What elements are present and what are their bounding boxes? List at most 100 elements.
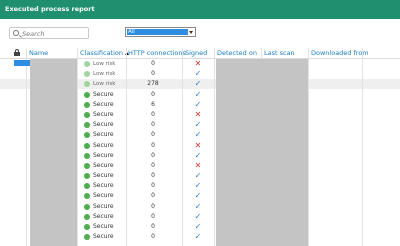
checkmark-icon: ✓ bbox=[194, 191, 202, 201]
status-dot-icon bbox=[84, 152, 90, 159]
checkmark-icon: ✓ bbox=[194, 69, 202, 79]
table-row[interactable]: Secure 0 ✕ bbox=[0, 161, 400, 171]
table-row[interactable]: Secure 6 ✓ bbox=[0, 100, 400, 110]
column-header-signed[interactable]: Signed bbox=[185, 49, 207, 58]
cross-icon: ✕ bbox=[194, 160, 202, 170]
checkmark-icon: ✓ bbox=[194, 79, 202, 89]
http-connections-cell: 6 bbox=[151, 100, 155, 108]
table-row[interactable]: Secure 0 ✓ bbox=[0, 222, 400, 232]
classification-cell: Secure bbox=[93, 161, 114, 169]
status-dot-icon bbox=[84, 234, 90, 241]
checkmark-icon: ✓ bbox=[194, 120, 202, 130]
http-connections-cell: 0 bbox=[151, 223, 155, 230]
status-dot-icon bbox=[84, 142, 90, 149]
classification-cell: Secure bbox=[93, 121, 114, 129]
classification-cell: Low risk bbox=[93, 61, 116, 67]
checkmark-icon: ✓ bbox=[194, 201, 202, 211]
http-connections-cell: 0 bbox=[151, 70, 155, 78]
table-body: Low risk 0 ✕ Low risk 0 ✓ Low risk 278 ✓ Secure 0 ✓… bbox=[0, 59, 400, 242]
status-dot-icon bbox=[84, 111, 90, 118]
status-dot-icon bbox=[84, 61, 90, 67]
column-header-detected-on[interactable]: Detected on bbox=[217, 49, 257, 58]
filter-dropdown[interactable]: All bbox=[125, 27, 196, 37]
classification-cell: Secure bbox=[93, 202, 114, 210]
status-dot-icon bbox=[84, 203, 90, 210]
table-row[interactable]: Secure 0 ✕ bbox=[0, 141, 400, 151]
table-row[interactable]: Low risk 0 ✕ bbox=[0, 59, 400, 69]
cross-icon: ✕ bbox=[194, 109, 202, 119]
http-connections-cell: 0 bbox=[151, 110, 155, 118]
table-row[interactable]: Secure 0 ✓ bbox=[0, 191, 400, 201]
column-header-http-connections[interactable]: HTTP connections bbox=[128, 49, 186, 58]
classification-cell: Secure bbox=[93, 110, 114, 118]
status-dot-icon bbox=[84, 224, 90, 230]
http-connections-cell: 0 bbox=[151, 131, 155, 139]
http-connections-cell: 0 bbox=[151, 172, 155, 180]
http-connections-cell: 0 bbox=[151, 141, 155, 149]
checkmark-icon: ✓ bbox=[194, 99, 202, 109]
checkmark-icon: ✓ bbox=[194, 171, 202, 181]
table-row[interactable]: Secure 0 ✓ bbox=[0, 151, 400, 161]
table-row[interactable]: Secure 0 ✓ bbox=[0, 171, 400, 181]
classification-cell: Secure bbox=[93, 151, 114, 159]
column-header-last-scan[interactable]: Last scan bbox=[264, 49, 295, 58]
search-input[interactable] bbox=[22, 29, 86, 38]
window-title: Executed process report bbox=[0, 0, 400, 19]
http-connections-cell: 0 bbox=[151, 60, 155, 67]
status-dot-icon bbox=[84, 183, 90, 190]
classification-cell: Secure bbox=[93, 141, 114, 149]
checkmark-icon: ✓ bbox=[194, 222, 202, 231]
status-dot-icon bbox=[84, 91, 90, 98]
status-dot-icon bbox=[84, 71, 90, 78]
checkmark-icon: ✓ bbox=[194, 181, 202, 191]
cross-icon: ✕ bbox=[194, 140, 202, 150]
column-header-name[interactable]: Name bbox=[29, 49, 48, 58]
classification-cell: Low risk bbox=[93, 71, 116, 78]
http-connections-cell: 0 bbox=[151, 161, 155, 169]
status-dot-icon bbox=[84, 213, 90, 220]
checkmark-icon: ✓ bbox=[194, 89, 202, 99]
http-connections-cell: 0 bbox=[151, 121, 155, 129]
table-row[interactable]: Secure 0 ✓ bbox=[0, 202, 400, 212]
classification-cell: Secure bbox=[93, 172, 114, 180]
search-icon bbox=[13, 30, 19, 36]
cross-icon: ✕ bbox=[194, 59, 202, 68]
table-row[interactable]: Secure 0 ✓ bbox=[0, 130, 400, 140]
classification-cell: Low risk bbox=[93, 81, 116, 88]
classification-cell: Secure bbox=[93, 192, 114, 200]
status-dot-icon bbox=[84, 101, 90, 108]
checkmark-icon: ✓ bbox=[194, 130, 202, 140]
status-dot-icon bbox=[84, 132, 90, 139]
table-row[interactable]: Secure 0 ✓ bbox=[0, 181, 400, 191]
status-dot-icon bbox=[84, 122, 90, 129]
search-box[interactable] bbox=[9, 27, 89, 39]
classification-cell: Secure bbox=[93, 90, 114, 98]
http-connections-cell: 0 bbox=[151, 90, 155, 98]
table-row[interactable]: Secure 0 ✓ bbox=[0, 90, 400, 100]
table-row[interactable]: Secure 0 ✓ bbox=[0, 120, 400, 130]
table-row[interactable]: Secure 0 ✓ bbox=[0, 212, 400, 222]
status-dot-icon bbox=[84, 81, 90, 88]
classification-cell: Secure bbox=[93, 182, 114, 190]
http-connections-cell: 0 bbox=[151, 212, 155, 220]
classification-cell: Secure bbox=[93, 223, 114, 230]
status-dot-icon bbox=[84, 193, 90, 200]
checkmark-icon: ✓ bbox=[194, 232, 202, 242]
chevron-down-icon[interactable] bbox=[189, 31, 193, 34]
http-connections-cell: 0 bbox=[151, 151, 155, 159]
checkmark-icon: ✓ bbox=[194, 211, 202, 221]
table-row[interactable]: Low risk 278 ✓ bbox=[0, 79, 400, 89]
classification-cell: Secure bbox=[93, 212, 114, 220]
table-row[interactable]: Secure 0 ✕ bbox=[0, 110, 400, 120]
http-connections-cell: 0 bbox=[151, 202, 155, 210]
lock-icon bbox=[14, 49, 20, 56]
filter-selected-value: All bbox=[127, 29, 188, 35]
column-header-classification[interactable]: Classification bbox=[80, 49, 130, 58]
table-row[interactable]: Secure 0 ✓ bbox=[0, 232, 400, 242]
http-connections-cell: 278 bbox=[147, 80, 159, 88]
classification-cell: Secure bbox=[93, 131, 114, 139]
column-header-downloaded-from[interactable]: Downloaded from bbox=[311, 49, 369, 58]
table-row[interactable]: Low risk 0 ✓ bbox=[0, 69, 400, 79]
classification-cell: Secure bbox=[93, 100, 114, 108]
http-connections-cell: 0 bbox=[151, 192, 155, 200]
